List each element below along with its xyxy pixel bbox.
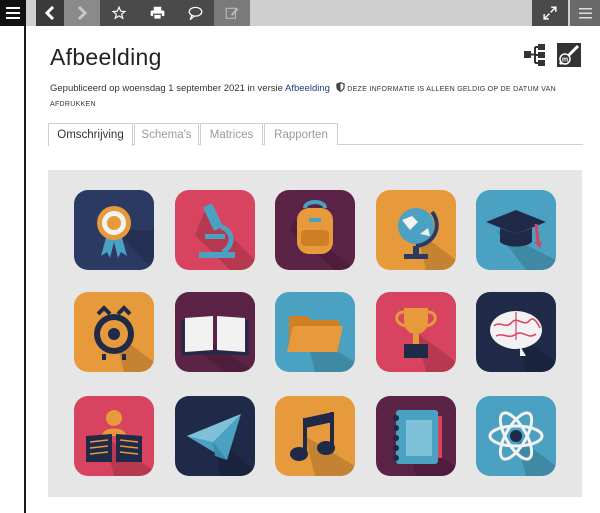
comment-button[interactable] [176,0,214,26]
tab-matrices[interactable]: Matrices [200,123,263,145]
version-link[interactable]: Afbeelding [285,83,330,94]
trophy-icon [376,292,456,372]
open-book-icon [175,292,255,372]
tab-schemas[interactable]: Schema's [134,123,199,145]
edit-model-button[interactable]: m [556,42,582,68]
list-icon [578,7,592,18]
publication-info: Gepubliceerd op woensdag 1 september 202… [50,82,585,112]
tab-bar: Omschrijving Schema's Matrices Rapporten [48,123,583,146]
microscope-icon [175,190,255,270]
shield-icon [335,82,345,92]
menu-button[interactable] [0,0,26,26]
tab-rapporten[interactable]: Rapporten [264,123,338,145]
structure-button[interactable] [522,42,548,68]
printer-icon [150,6,164,20]
expand-icon [543,6,557,20]
tab-omschrijving[interactable]: Omschrijving [48,123,133,146]
hierarchy-icon [524,44,545,66]
expand-button[interactable] [532,0,568,26]
reader-icon [74,396,154,476]
paper-plane-icon [175,396,255,476]
list-button[interactable] [570,0,600,26]
atom-icon [476,396,556,476]
edit-icon [225,7,239,19]
notebook-icon [376,396,456,476]
svg-text:m: m [562,57,568,64]
speech-bubble-icon [188,6,202,20]
backpack-icon [275,190,355,270]
back-button[interactable] [36,0,64,26]
print-button[interactable] [138,0,176,26]
music-note-icon [275,396,355,476]
publication-text: Gepubliceerd op woensdag 1 september 202… [50,83,283,94]
edit-button[interactable] [214,0,250,26]
graduation-cap-icon [476,190,556,270]
chevron-right-icon [77,6,87,20]
page-title: Afbeelding [50,44,162,70]
brain-icon [476,292,556,372]
award-ribbon-icon [74,190,154,270]
globe-icon [376,190,456,270]
favorite-button[interactable] [100,0,138,26]
left-sidebar-strip [0,0,26,513]
image-panel [48,170,582,497]
alarm-clock-icon [74,292,154,372]
pencil-model-icon: m [557,43,581,67]
folder-icon [275,292,355,372]
content-header: Afbeelding m Gepubliceerd op woensdag 1 … [50,40,585,112]
hamburger-icon [6,7,20,19]
forward-button[interactable] [64,0,100,26]
star-icon [112,6,126,20]
toolbar [26,0,600,26]
chevron-left-icon [45,6,55,20]
